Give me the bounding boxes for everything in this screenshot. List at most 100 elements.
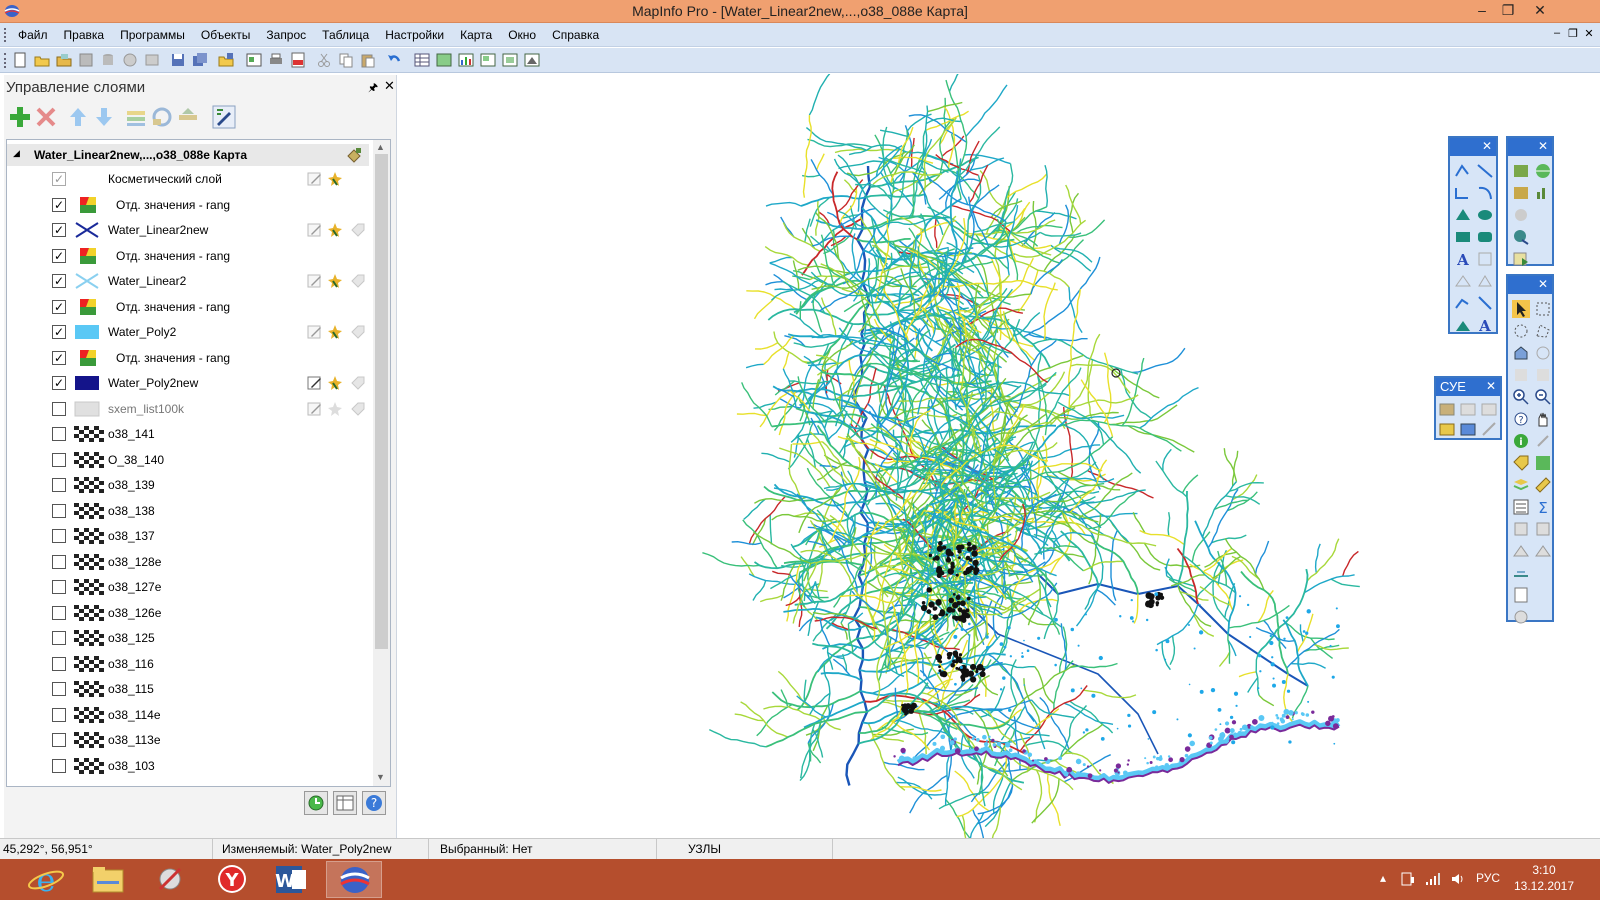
layer-visibility-checkbox[interactable] xyxy=(52,427,66,441)
polygon-select-icon[interactable] xyxy=(1534,322,1552,340)
new-browser-icon[interactable] xyxy=(414,52,430,68)
palette-close-icon[interactable]: ✕ xyxy=(1482,139,1492,153)
add-layer-icon[interactable] xyxy=(8,105,32,129)
layer-visibility-checkbox[interactable] xyxy=(52,452,66,467)
layer-row[interactable]: o38_113e xyxy=(7,728,369,753)
map-window[interactable]: ✕ A A ✕ ✕ ? i Σ СУЕ ✕ xyxy=(398,34,1600,869)
ruler-icon[interactable] xyxy=(1534,476,1552,494)
layer-row[interactable]: o38_128e xyxy=(7,550,369,575)
cye-tool-5-icon[interactable] xyxy=(1459,420,1477,438)
selectable-toggle-icon[interactable] xyxy=(327,171,343,187)
tree-scrollbar[interactable]: ▲ ▼ xyxy=(373,140,390,786)
layer-row[interactable]: o38_103 xyxy=(7,754,369,779)
menu-edit[interactable]: Правка xyxy=(56,27,113,43)
label-toggle-icon[interactable] xyxy=(350,401,366,417)
zoom-in-icon[interactable] xyxy=(1512,388,1530,406)
layer-visibility-checkbox[interactable] xyxy=(52,503,66,518)
layer-row[interactable]: o38_139 xyxy=(7,473,369,498)
layer-visibility-checkbox[interactable]: ✓ xyxy=(52,172,66,186)
editable-toggle-icon[interactable] xyxy=(307,375,323,391)
graph-select-icon[interactable] xyxy=(1534,366,1552,384)
network-icon[interactable] xyxy=(1424,871,1440,887)
layer-visibility-checkbox[interactable]: ✓ xyxy=(52,299,66,314)
layer-visibility-checkbox[interactable] xyxy=(52,580,66,594)
symbol-tool-icon[interactable] xyxy=(1476,272,1494,290)
thematic-layer-row[interactable]: ✓ Отд. значения - rang xyxy=(7,346,369,371)
taskbar-word-button[interactable]: W xyxy=(262,861,318,898)
open-universal-icon[interactable] xyxy=(144,52,160,68)
layer-visibility-checkbox[interactable] xyxy=(52,529,66,543)
taskbar-yandex-button[interactable]: Y xyxy=(204,861,260,898)
label-toggle-icon[interactable] xyxy=(350,324,366,340)
save-window-icon[interactable] xyxy=(246,52,262,68)
layer-group-icon[interactable] xyxy=(124,105,148,129)
layer-visibility-checkbox[interactable]: ✓ xyxy=(52,248,66,263)
layer-row[interactable]: ✓ Water_Poly2 xyxy=(7,320,369,345)
tools-palette-header[interactable]: ✕ xyxy=(1508,138,1552,156)
split-tool-icon[interactable] xyxy=(1534,542,1552,560)
select-arrow-icon[interactable] xyxy=(1512,300,1530,318)
settings-tool-icon[interactable] xyxy=(1512,206,1530,224)
marquee-select-icon[interactable] xyxy=(1534,300,1552,318)
change-view-icon[interactable]: ? xyxy=(1512,410,1530,428)
scroll-up-icon[interactable]: ▲ xyxy=(376,142,385,152)
layer-row[interactable]: o38_138 xyxy=(7,499,369,524)
arc-tool-icon[interactable] xyxy=(1476,184,1494,202)
layer-visibility-checkbox[interactable]: ✓ xyxy=(52,197,66,212)
invert-selection-icon[interactable] xyxy=(1512,366,1530,384)
taskbar-app-button[interactable] xyxy=(142,861,198,898)
text-tool-icon[interactable]: A xyxy=(1454,250,1472,268)
layer-properties-icon[interactable] xyxy=(176,105,200,129)
main-palette-header[interactable]: ✕ xyxy=(1508,276,1552,294)
mdi-close-button[interactable]: ✕ xyxy=(1582,27,1596,40)
palette-close-icon[interactable]: ✕ xyxy=(1538,139,1548,153)
selectable-toggle-icon[interactable] xyxy=(327,222,343,238)
chart-tool-icon[interactable] xyxy=(1534,184,1552,202)
menu-objects[interactable]: Объекты xyxy=(193,27,259,43)
new-graph-icon[interactable] xyxy=(458,52,474,68)
overlay-nodes-icon[interactable] xyxy=(1512,564,1530,582)
close-button[interactable]: ✕ xyxy=(1520,0,1560,22)
layer-row[interactable]: o38_127e xyxy=(7,575,369,600)
pin-icon[interactable]: 🖈 xyxy=(368,79,378,98)
polygon-tool-icon[interactable] xyxy=(1454,206,1472,224)
layer-row[interactable]: o38_137 xyxy=(7,524,369,549)
edit-layer-icon[interactable] xyxy=(212,105,236,129)
close-table-icon[interactable] xyxy=(78,52,94,68)
legend-tool-icon[interactable] xyxy=(1512,250,1530,268)
palette-close-icon[interactable]: ✕ xyxy=(1486,379,1496,393)
save-copy-icon[interactable] xyxy=(192,52,208,68)
layer-visibility-checkbox[interactable]: ✓ xyxy=(52,223,66,237)
add-node-tool-icon[interactable] xyxy=(1512,542,1530,560)
remove-layer-icon[interactable] xyxy=(34,105,58,129)
menu-map[interactable]: Карта xyxy=(452,27,500,43)
cye-tool-2-icon[interactable] xyxy=(1459,400,1477,418)
editable-toggle-icon[interactable] xyxy=(307,222,323,238)
scroll-thumb[interactable] xyxy=(375,154,388,649)
layer-row[interactable]: ✓ Water_Linear2 xyxy=(7,269,369,294)
cye-tool-3-icon[interactable] xyxy=(1480,400,1498,418)
cye-tool-1-icon[interactable] xyxy=(1438,400,1456,418)
menu-window[interactable]: Окно xyxy=(500,27,544,43)
cosmetic-layer-tool-icon[interactable] xyxy=(1512,586,1530,604)
info-tool-icon[interactable]: i xyxy=(1512,432,1530,450)
region-style-icon[interactable] xyxy=(1476,294,1494,312)
layer-visibility-checkbox[interactable] xyxy=(52,682,66,696)
paste-icon[interactable] xyxy=(360,52,376,68)
frame-tool-icon[interactable] xyxy=(1476,250,1494,268)
refresh-layer-icon[interactable] xyxy=(150,105,174,129)
cye-tool-6-icon[interactable] xyxy=(1480,420,1498,438)
layer-display-options-icon[interactable] xyxy=(333,791,357,815)
layer-visibility-checkbox[interactable] xyxy=(52,401,66,416)
layer-row[interactable]: ✓ Косметический слой xyxy=(7,167,369,192)
layer-visibility-checkbox[interactable] xyxy=(52,478,66,492)
scroll-down-icon[interactable]: ▼ xyxy=(376,772,385,782)
new-layout-icon[interactable] xyxy=(480,52,496,68)
selectable-toggle-icon[interactable] xyxy=(327,401,343,417)
move-layer-up-icon[interactable] xyxy=(66,105,90,129)
export-pdf-icon[interactable] xyxy=(290,52,306,68)
layer-visibility-checkbox[interactable] xyxy=(52,605,66,620)
layer-row[interactable]: o38_141 xyxy=(7,422,369,447)
layer-row[interactable]: o38_125 xyxy=(7,626,369,651)
device-icon[interactable] xyxy=(1400,871,1416,887)
